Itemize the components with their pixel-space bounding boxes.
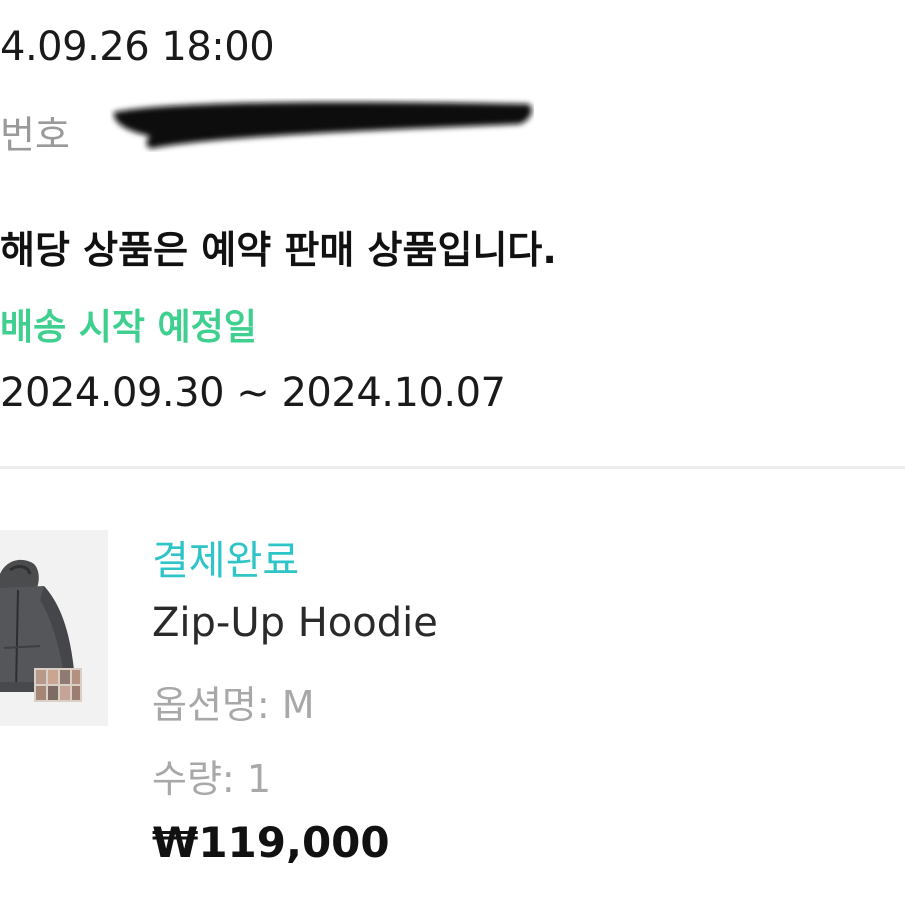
option-row: 옵션명: M [152,674,315,729]
payment-status: 결제완료 [152,538,300,584]
redaction-mark [113,102,532,149]
quantity-row: 수량: 1 [152,748,271,803]
quantity-label: 수량: [152,757,235,801]
order-date: 4.09.26 18:00 [0,24,275,70]
shipping-date-range: 2024.09.30 ~ 2024.10.07 [0,370,506,416]
product-thumbnail[interactable] [0,530,108,726]
order-number-row: 번호 [0,102,600,157]
order-detail-page: 4.09.26 18:00 번호 해당 상품은 예약 판매 상품입니다. 배송 … [0,0,905,905]
hoodie-image-icon [0,530,108,726]
quantity-value: 1 [246,757,272,801]
product-price: ₩119,000 [152,818,390,867]
section-divider [0,466,905,469]
preorder-notice: 해당 상품은 예약 판매 상품입니다. [0,228,557,272]
shipping-start-label: 배송 시작 예정일 [0,307,257,348]
product-name[interactable]: Zip-Up Hoodie [152,600,438,646]
order-number-label: 번호 [0,113,70,157]
option-value: M [281,683,315,727]
option-label: 옵션명: [152,683,270,727]
